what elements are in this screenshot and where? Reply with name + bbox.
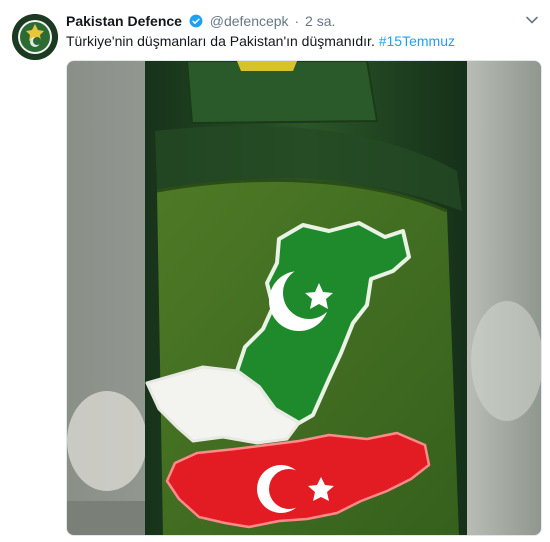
avatar[interactable] bbox=[12, 14, 58, 60]
tweet-header: Pakistan Defence @defencepk · 2 sa. bbox=[66, 12, 520, 30]
tweet-media-photo[interactable] bbox=[66, 60, 542, 536]
chevron-down-icon[interactable] bbox=[524, 12, 540, 28]
author-handle[interactable]: @defencepk bbox=[210, 13, 289, 29]
pakistan-defence-emblem-icon bbox=[12, 14, 58, 60]
hashtag-link[interactable]: #15Temmuz bbox=[379, 33, 455, 49]
uniform-sleeve-photo bbox=[67, 61, 541, 535]
tweet-text-body: Türkiye'nin düşmanları da Pakistan'ın dü… bbox=[66, 33, 379, 49]
tweet-text: Türkiye'nin düşmanları da Pakistan'ın dü… bbox=[66, 32, 530, 50]
verified-badge-icon bbox=[189, 14, 203, 28]
separator-dot: · bbox=[294, 13, 300, 29]
tweet-card[interactable]: Pakistan Defence @defencepk · 2 sa. Türk… bbox=[0, 0, 550, 542]
tweet-timestamp[interactable]: 2 sa. bbox=[305, 13, 335, 29]
author-name[interactable]: Pakistan Defence bbox=[66, 13, 182, 29]
